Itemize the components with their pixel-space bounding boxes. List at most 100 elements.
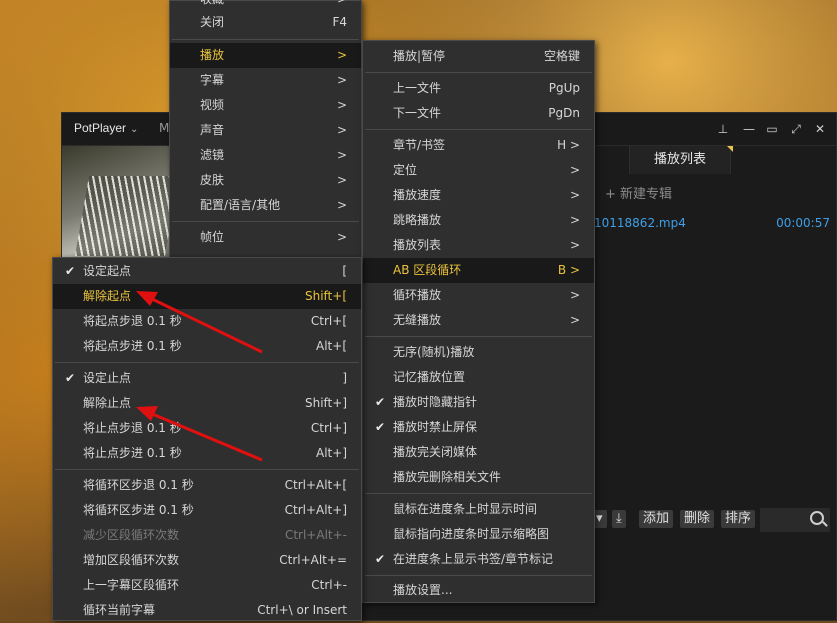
menu-item-label: 播放完关闭媒体 — [393, 445, 478, 459]
menu-item-label: 视频 — [200, 98, 225, 112]
chevron-right-icon: > — [336, 73, 347, 87]
menu-item-shortcut: Ctrl+Alt+= — [279, 553, 347, 567]
close-icon[interactable]: ✕ — [811, 120, 829, 138]
menu-item-start-forward[interactable]: 将起点步进 0.1 秒 Alt+[ — [53, 334, 361, 359]
sort-button[interactable]: 排序 — [721, 510, 756, 528]
menu-item-seekbar-markers[interactable]: ✔ 在进度条上显示书签/章节标记 — [363, 547, 594, 572]
menu-item-set-start[interactable]: ✔ 设定起点 [ — [53, 259, 361, 284]
menu-item-prev-file[interactable]: 上一文件 PgUp — [363, 76, 594, 101]
menu-item-seekbar-time[interactable]: 鼠标在进度条上时显示时间 — [363, 497, 594, 522]
menu-item-frame[interactable]: 帧位 > — [170, 225, 361, 250]
menu-item-seek[interactable]: 定位 > — [363, 158, 594, 183]
separator — [365, 575, 592, 576]
menu-item-label: 声音 — [200, 123, 225, 137]
new-album-button[interactable]: + 新建专辑 — [605, 183, 672, 202]
menu-item-clear-start[interactable]: 解除起点 Shift+[ — [53, 284, 361, 309]
menu-item-shuffle[interactable]: 无序(随机)播放 — [363, 340, 594, 365]
menu-item-label: AB 区段循环 — [393, 263, 462, 277]
menu-item-remember-position[interactable]: 记忆播放位置 — [363, 365, 594, 390]
menu-item-end-forward[interactable]: 将止点步进 0.1 秒 Alt+] — [53, 441, 361, 466]
menu-item-subtitle[interactable]: 字幕 > — [170, 68, 361, 93]
menu-item-chapters[interactable]: 章节/书签 H > — [363, 133, 594, 158]
checkmark-icon: ✔ — [375, 552, 386, 566]
menu-item-ab-loop[interactable]: AB 区段循环 B > — [363, 258, 594, 283]
menu-item-play-pause[interactable]: 播放|暂停 空格键 — [363, 44, 594, 69]
restore-icon[interactable]: ⤢ — [787, 120, 805, 138]
app-menu-button[interactable]: PotPlayer ⌄ — [74, 121, 138, 135]
menu-item-label: 解除止点 — [83, 396, 132, 410]
maximize-icon[interactable]: ▭ — [763, 120, 781, 138]
menu-item-shortcut: Ctrl+Alt+- — [284, 528, 347, 542]
menu-item-skip[interactable]: 跳略播放 > — [363, 208, 594, 233]
menu-item-label: 鼠标在进度条上时显示时间 — [393, 502, 538, 516]
menu-item-audio[interactable]: 声音 > — [170, 118, 361, 143]
tab-playlist[interactable]: 播放列表 — [629, 146, 731, 174]
search-input[interactable] — [760, 508, 830, 532]
menu-item-close-media-after[interactable]: 播放完关闭媒体 — [363, 440, 594, 465]
menu-item-label: 播放时禁止屏保 — [393, 420, 478, 434]
menu-item-playlist[interactable]: 播放列表 > — [363, 233, 594, 258]
menu-item-loop-play[interactable]: 循环播放 > — [363, 283, 594, 308]
checkmark-icon: ✔ — [375, 395, 386, 409]
menu-item-shortcut: Shift+] — [304, 396, 347, 410]
chevron-right-icon: > — [336, 173, 347, 187]
menu-item-seamless[interactable]: 无缝播放 > — [363, 308, 594, 333]
menu-item-seekbar-thumbnail[interactable]: 鼠标指向进度条时显示缩略图 — [363, 522, 594, 547]
separator — [172, 39, 359, 40]
app-name: PotPlayer — [74, 121, 127, 135]
menu-item-label: 播放列表 — [393, 238, 442, 252]
separator — [55, 362, 359, 363]
menu-item-shortcut: [ — [342, 264, 347, 278]
menu-item-label: 上一文件 — [393, 81, 442, 95]
menu-item-shortcut: Ctrl+\ or Insert — [257, 603, 347, 617]
menu-item-increase-loops[interactable]: 增加区段循环次数 Ctrl+Alt+= — [53, 548, 361, 573]
menu-item-decrease-loops: 减少区段循环次数 Ctrl+Alt+- — [53, 523, 361, 548]
menu-item-loop-forward[interactable]: 将循环区步进 0.1 秒 Ctrl+Alt+] — [53, 498, 361, 523]
menu-item-label: 将起点步进 0.1 秒 — [83, 339, 182, 353]
menu-item-shortcut: ] — [342, 371, 347, 385]
minimize-icon[interactable]: — — [740, 120, 758, 138]
menu-item-play-settings[interactable]: 播放设置... — [363, 578, 594, 603]
menu-item-no-screensaver[interactable]: ✔ 播放时禁止屏保 — [363, 415, 594, 440]
menu-item-hide-pointer[interactable]: ✔ 播放时隐藏指针 — [363, 390, 594, 415]
menu-item-next-file[interactable]: 下一文件 PgDn — [363, 101, 594, 126]
add-button[interactable]: 添加 — [639, 510, 674, 528]
menu-item-config[interactable]: 配置/语言/其他 > — [170, 193, 361, 218]
menu-item-shortcut: PgDn — [548, 106, 580, 120]
menu-item-clear-end[interactable]: 解除止点 Shift+] — [53, 391, 361, 416]
menu-item-start-back[interactable]: 将起点步退 0.1 秒 Ctrl+[ — [53, 309, 361, 334]
playlist-toolbar: ▾ ⤓ 添加 删除 排序 — [592, 508, 837, 534]
menu-item-loop-current-subtitle[interactable]: 循环当前字幕 Ctrl+\ or Insert — [53, 598, 361, 623]
menu-item-label: 播放完删除相关文件 — [393, 470, 502, 484]
playlist-item-name: 10118862.mp4 — [594, 216, 686, 230]
menu-item-prev-subtitle-loop[interactable]: 上一字幕区段循环 Ctrl+- — [53, 573, 361, 598]
list-item[interactable]: 10118862.mp4 00:00:57 — [592, 214, 837, 236]
menu-item-close[interactable]: 关闭 F4 — [170, 10, 361, 35]
chevron-right-icon: > — [569, 163, 580, 177]
menu-item-play[interactable]: 播放 > — [170, 43, 361, 68]
menu-item-label: 设定起点 — [83, 264, 132, 278]
menu-item-shortcut: PgUp — [548, 81, 580, 95]
search-icon[interactable] — [810, 511, 824, 525]
menu-item-speed[interactable]: 播放速度 > — [363, 183, 594, 208]
menu-item-label: 滤镜 — [200, 148, 225, 162]
menu-item-label: 将止点步进 0.1 秒 — [83, 446, 182, 460]
menu-item-label: 字幕 — [200, 73, 225, 87]
pin-icon[interactable]: ⊥ — [714, 120, 732, 138]
chevron-down-icon: ⌄ — [130, 124, 139, 135]
menu-item-set-end[interactable]: ✔ 设定止点] — [53, 366, 361, 391]
menu-item-end-back[interactable]: 将止点步退 0.1 秒 Ctrl+] — [53, 416, 361, 441]
m-tab[interactable]: M — [159, 121, 169, 135]
menu-item-shortcut: Ctrl+] — [310, 421, 347, 435]
menu-item-skin[interactable]: 皮肤 > — [170, 168, 361, 193]
menu-item-delete-after[interactable]: 播放完删除相关文件 — [363, 465, 594, 490]
chevron-right-icon: > — [569, 213, 580, 227]
video-frame — [74, 176, 180, 256]
chevron-right-icon: > — [569, 288, 580, 302]
move-bottom-icon[interactable]: ⤓ — [612, 510, 626, 528]
menu-item-filter[interactable]: 滤镜 > — [170, 143, 361, 168]
menu-item-video[interactable]: 视频 > — [170, 93, 361, 118]
menu-item-loop-back[interactable]: 将循环区步退 0.1 秒 Ctrl+Alt+[ — [53, 473, 361, 498]
separator — [55, 469, 359, 470]
delete-button[interactable]: 删除 — [680, 510, 715, 528]
